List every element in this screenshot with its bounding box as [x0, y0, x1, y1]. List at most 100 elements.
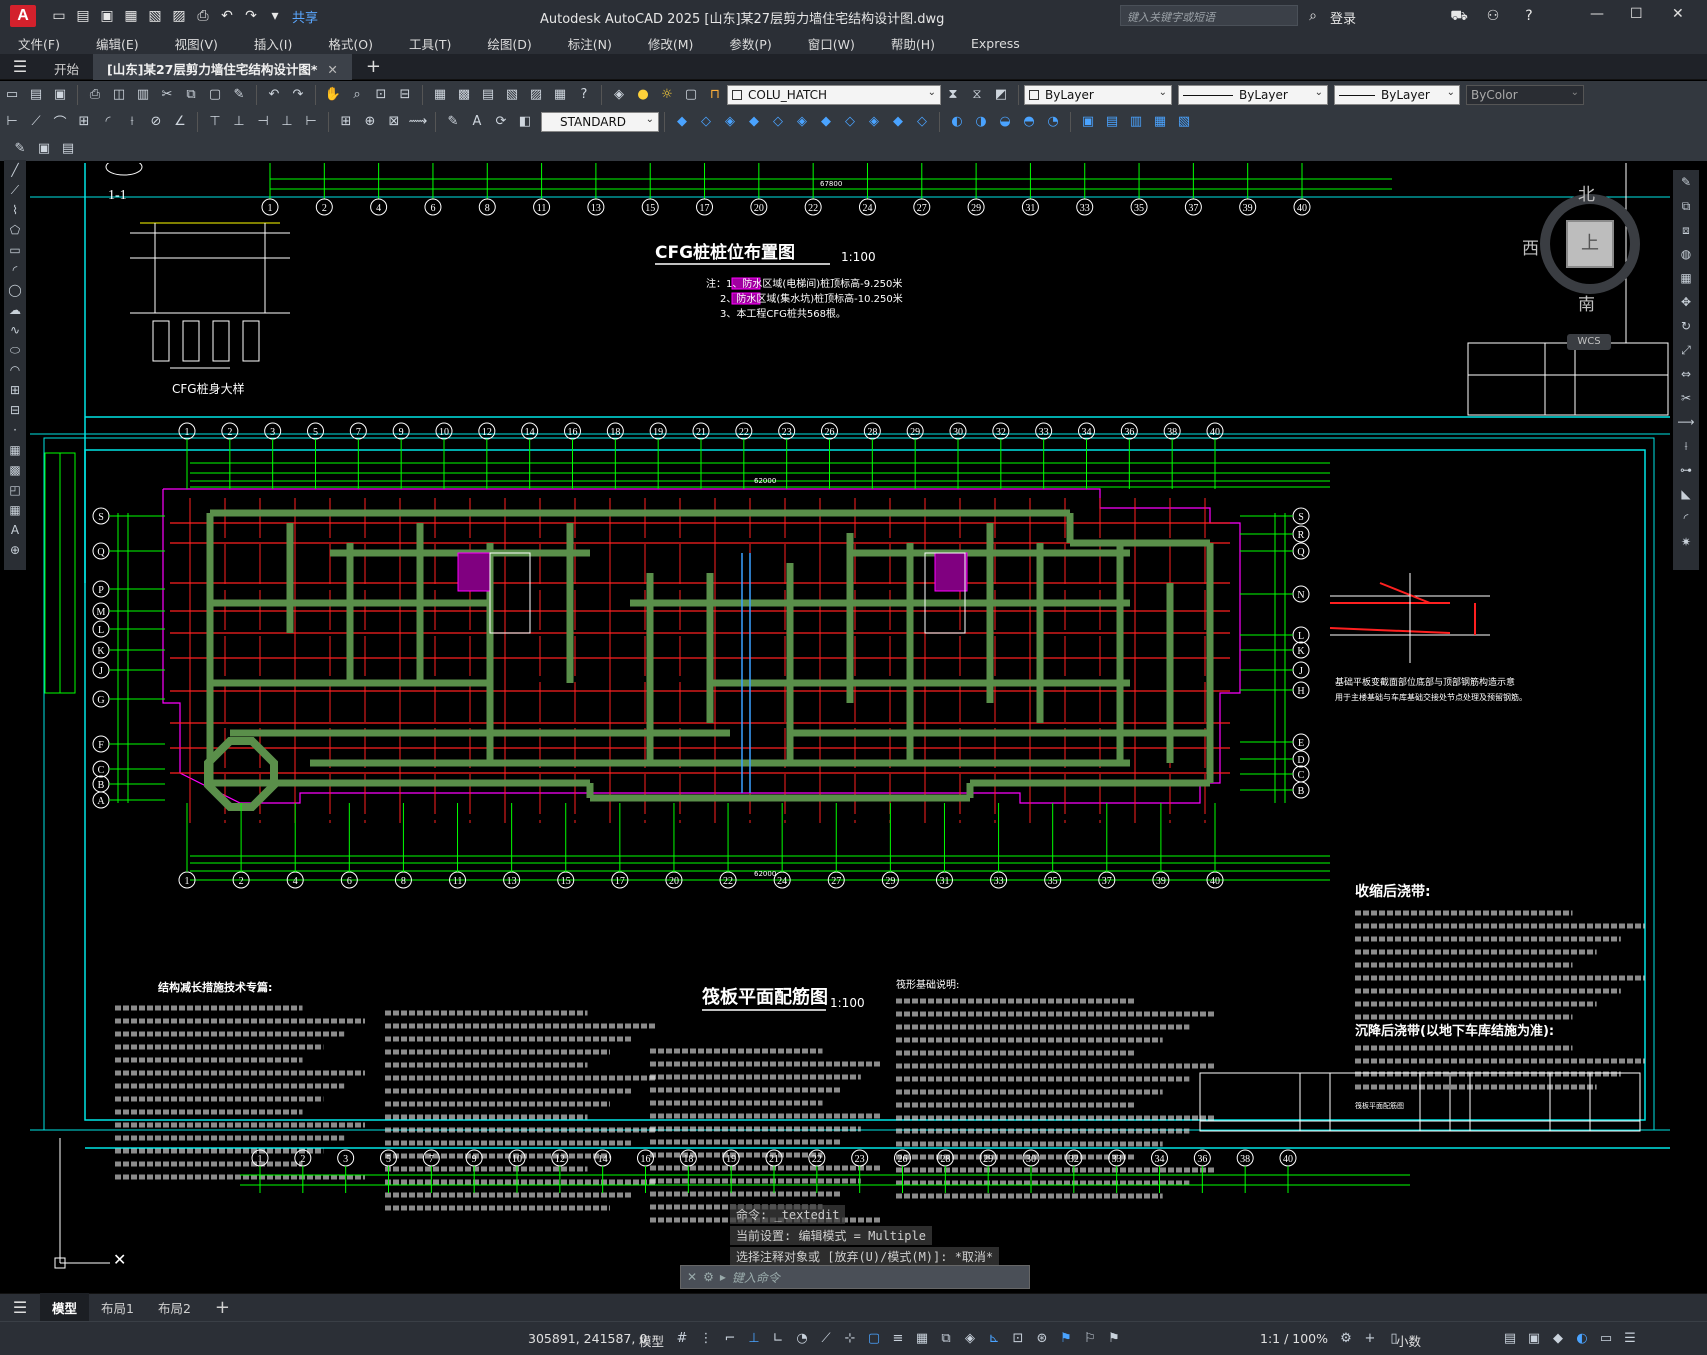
- command-input[interactable]: 键入命令: [732, 1269, 780, 1286]
- menu-item[interactable]: 标注(N): [568, 34, 612, 53]
- array-icon[interactable]: ▦: [1673, 266, 1699, 290]
- menu-item[interactable]: 文件(F): [18, 34, 60, 53]
- xline-icon[interactable]: ⟋: [4, 180, 26, 200]
- polygon-icon[interactable]: ⬠: [4, 220, 26, 240]
- redo-icon[interactable]: ↷: [242, 7, 260, 25]
- extend-icon[interactable]: ⟶: [1673, 410, 1699, 434]
- erase-icon[interactable]: ✎: [1673, 170, 1699, 194]
- search-icon[interactable]: ⌕: [1304, 7, 1322, 25]
- help-icon[interactable]: ?: [574, 85, 594, 105]
- minimize-button[interactable]: —: [1590, 6, 1604, 22]
- close-icon[interactable]: ✕: [687, 1270, 697, 1284]
- isolate-icon[interactable]: ◆: [1548, 1329, 1568, 1349]
- calc-icon[interactable]: ▦: [550, 85, 570, 105]
- lock-icon[interactable]: ⊓: [705, 85, 725, 105]
- copy-icon[interactable]: ⧉: [181, 85, 201, 105]
- chamfer-icon[interactable]: ◣: [1673, 482, 1699, 506]
- tab-start[interactable]: 开始: [40, 54, 93, 80]
- transparency-icon[interactable]: ▦: [912, 1329, 932, 1349]
- quick-properties-icon[interactable]: ▤: [1500, 1329, 1520, 1349]
- undo-icon[interactable]: ↶: [218, 7, 236, 25]
- graphics-perf-icon[interactable]: ◐: [1572, 1329, 1592, 1349]
- hamburger-menu-icon[interactable]: ☰: [0, 57, 40, 76]
- offset-icon[interactable]: ◍: [1673, 242, 1699, 266]
- continue-icon[interactable]: ⊣: [253, 112, 273, 132]
- fillet-icon[interactable]: ◜: [1673, 506, 1699, 530]
- lineweight-icon[interactable]: ≡: [888, 1329, 908, 1349]
- viewcube-west[interactable]: 西: [1522, 234, 1539, 259]
- rectangle-icon[interactable]: ▭: [4, 240, 26, 260]
- line-icon[interactable]: ╱: [4, 160, 26, 180]
- clean-screen-icon[interactable]: ▭: [1596, 1329, 1616, 1349]
- login-button[interactable]: 登录: [1330, 8, 1356, 27]
- object-snap-tracking-icon[interactable]: ⊹: [840, 1329, 860, 1349]
- table-icon[interactable]: ▦: [4, 500, 26, 520]
- customize-icon[interactable]: ⚙: [703, 1270, 714, 1284]
- save-icon[interactable]: ▣: [98, 7, 116, 25]
- section-icon[interactable]: ◆: [888, 112, 908, 132]
- text-scale-icon[interactable]: ▣: [34, 138, 54, 158]
- hamburger-menu-icon[interactable]: ☰: [0, 1298, 40, 1317]
- point-icon[interactable]: ·: [4, 420, 26, 440]
- plot-icon[interactable]: ⎙: [194, 7, 212, 25]
- model-space-toggle[interactable]: 模型: [639, 1331, 664, 1350]
- revolve-icon[interactable]: ◇: [768, 112, 788, 132]
- units-dropdown[interactable]: 小数: [1396, 1331, 1421, 1350]
- extrude-icon[interactable]: ◆: [744, 112, 764, 132]
- tab-document[interactable]: [山东]某27层剪力墙住宅结构设计图* ✕: [93, 53, 352, 80]
- account-icon[interactable]: ⚇: [1484, 7, 1502, 25]
- annotation-visibility-icon[interactable]: ⚑: [1056, 1329, 1076, 1349]
- arc-length-icon[interactable]: ⌒: [50, 112, 70, 132]
- layer-previous-icon[interactable]: ⧖: [967, 85, 987, 105]
- zoom-icon[interactable]: ⌕: [347, 85, 367, 105]
- baseline-icon[interactable]: ⊥: [229, 112, 249, 132]
- workspace-icon[interactable]: ⚙: [1336, 1329, 1356, 1349]
- help-icon[interactable]: ?: [1520, 7, 1538, 25]
- move-icon[interactable]: ✥: [1673, 290, 1699, 314]
- slice-icon[interactable]: ◈: [864, 112, 884, 132]
- gradient-icon[interactable]: ▩: [4, 460, 26, 480]
- view-left-icon[interactable]: ▥: [1126, 112, 1146, 132]
- inspect-icon[interactable]: ⊠: [384, 112, 404, 132]
- isodraft-icon[interactable]: ⟋: [816, 1329, 836, 1349]
- menu-item[interactable]: 编辑(E): [96, 34, 139, 53]
- gizmo-icon[interactable]: ⊛: [1032, 1329, 1052, 1349]
- visual-style-icon[interactable]: ◔: [1043, 112, 1063, 132]
- auto-scale-icon[interactable]: ⚐: [1080, 1329, 1100, 1349]
- paste-icon[interactable]: ▢: [205, 85, 225, 105]
- save-web-icon[interactable]: ▨: [170, 7, 188, 25]
- dynamic-input-icon[interactable]: ⊥: [744, 1329, 764, 1349]
- annotation-monitor-icon[interactable]: +: [1360, 1329, 1380, 1349]
- zoom-prev-icon[interactable]: ⊟: [395, 85, 415, 105]
- command-line[interactable]: ✕ ⚙ ▸ 键入命令: [680, 1265, 1030, 1289]
- undo-icon[interactable]: ↶: [264, 85, 284, 105]
- make-block-icon[interactable]: ⊟: [4, 400, 26, 420]
- viewcube-south[interactable]: 南: [1578, 290, 1595, 315]
- tab-model[interactable]: 模型: [40, 1293, 90, 1322]
- polyline-icon[interactable]: ⌇: [4, 200, 26, 220]
- arc-icon[interactable]: ◜: [4, 260, 26, 280]
- scale-icon[interactable]: ⤢: [1673, 338, 1699, 362]
- stretch-icon[interactable]: ⇔: [1673, 362, 1699, 386]
- dim-edit-icon[interactable]: ✎: [443, 112, 463, 132]
- ellipse-icon[interactable]: ⬭: [4, 340, 26, 360]
- jogged-icon[interactable]: ⟊: [122, 112, 142, 132]
- pan-icon[interactable]: ✋: [323, 85, 343, 105]
- polar-icon[interactable]: ◔: [792, 1329, 812, 1349]
- wcs-menu[interactable]: WCS: [1567, 334, 1611, 350]
- interfere-icon[interactable]: ◇: [912, 112, 932, 132]
- tab-layout2[interactable]: 布局2: [146, 1293, 203, 1322]
- aligned-dim-icon[interactable]: ⟋: [26, 112, 46, 132]
- preview-icon[interactable]: ◫: [109, 85, 129, 105]
- text-style-icon[interactable]: ▤: [58, 138, 78, 158]
- join-icon[interactable]: ⊶: [1673, 458, 1699, 482]
- new-icon[interactable]: ▭: [50, 7, 68, 25]
- tolerance-icon[interactable]: ⊞: [336, 112, 356, 132]
- add-selected-icon[interactable]: ⊕: [4, 540, 26, 560]
- view-front-icon[interactable]: ▤: [1102, 112, 1122, 132]
- match-icon[interactable]: ✎: [229, 85, 249, 105]
- annotation-scale[interactable]: 1:1 / 100%: [1260, 1331, 1328, 1346]
- tab-layout1[interactable]: 布局1: [89, 1293, 146, 1322]
- copy-icon[interactable]: ⧉: [1673, 194, 1699, 218]
- close-button[interactable]: ✕: [1672, 6, 1684, 22]
